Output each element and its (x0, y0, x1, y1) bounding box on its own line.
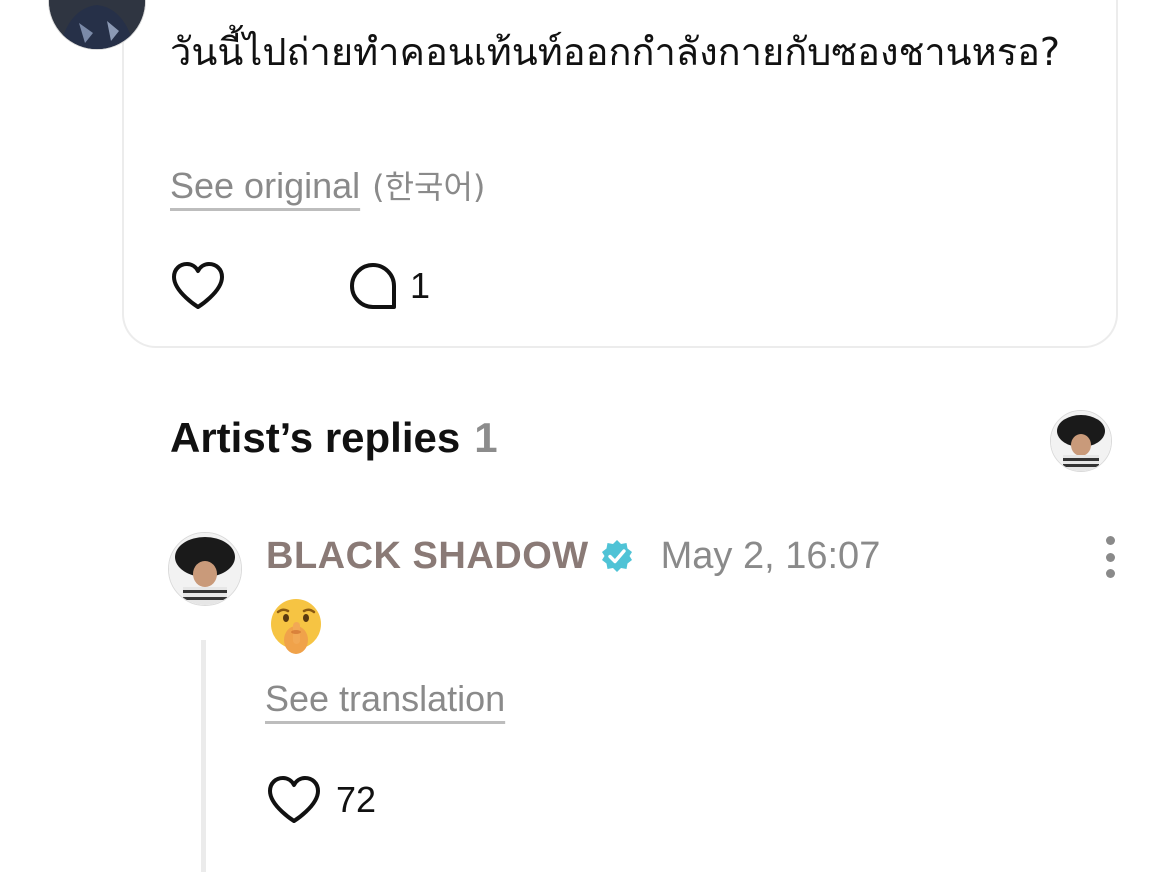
comment-icon (350, 263, 396, 309)
heart-icon (172, 262, 224, 309)
reply-header: BLACK SHADOW May 2, 16:07 (266, 534, 880, 578)
see-translation-link[interactable]: See translation (265, 678, 505, 720)
reply-author-name[interactable]: BLACK SHADOW (266, 535, 589, 578)
reply-author-avatar[interactable] (168, 532, 242, 606)
more-options-icon[interactable] (1096, 536, 1124, 578)
reply-actions: 72 (266, 772, 376, 828)
artist-replies-title: Artist’s replies 1 (170, 414, 498, 462)
reply-like-count: 72 (336, 779, 377, 820)
heart-icon[interactable] (266, 774, 322, 826)
post-like-button[interactable] (170, 260, 226, 312)
original-language: (한국어) (372, 168, 486, 206)
section-title-text: Artist’s replies (170, 414, 461, 461)
shushing-face-emoji (271, 599, 321, 654)
thread-line (201, 640, 206, 872)
post-comment-button[interactable]: 1 (348, 261, 430, 311)
post-actions: 1 (170, 258, 430, 314)
verified-badge-icon (601, 540, 632, 572)
section-reply-count: 1 (474, 414, 498, 461)
reply-timestamp: May 2, 16:07 (660, 534, 881, 577)
post-text: วันนี้ไปถ่ายทำคอนเท้นท์ออกกำลังกายกับซอง… (170, 30, 1061, 74)
see-original-link[interactable]: See original (170, 165, 360, 207)
artist-avatar-small[interactable] (1050, 410, 1112, 472)
see-original-row: See original (한국어) (170, 162, 485, 208)
post-comment-count: 1 (410, 265, 431, 306)
